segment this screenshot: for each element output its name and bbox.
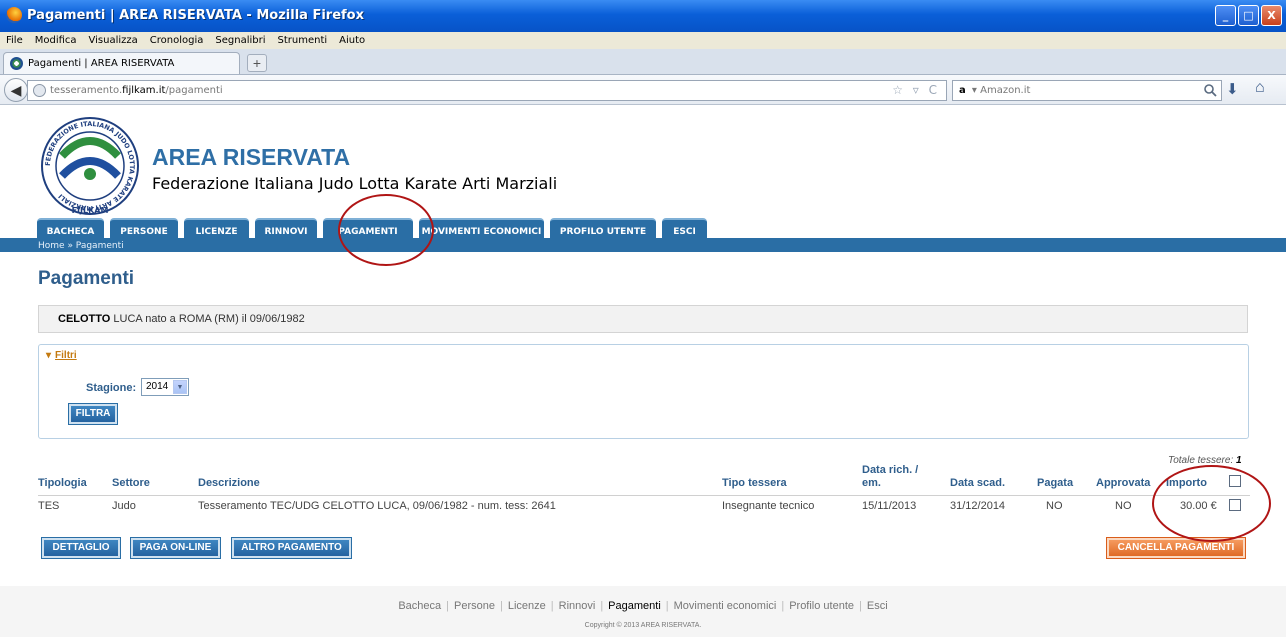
amazon-icon: a [959,85,966,96]
tab-profilo-utente[interactable]: PROFILO UTENTE [550,218,656,242]
header-approvata: Approvata [1096,477,1151,489]
athlete-surname: CELOTTO [58,313,111,325]
header-settore: Settore [112,477,150,489]
menu-cronologia[interactable]: Cronologia [150,35,204,46]
url-tools-icons[interactable]: ☆ ▿ C [892,83,940,97]
menu-file[interactable]: File [6,35,23,46]
firefox-icon [6,7,22,23]
annotation-ellipse-pagamenti [338,194,434,266]
menu-strumenti[interactable]: Strumenti [278,35,328,46]
url-prefix: tesseramento. [50,85,123,96]
new-tab-button[interactable]: + [247,54,267,72]
annotation-ellipse-importo [1152,465,1271,542]
footer-link-licenze[interactable]: Licenze [508,600,546,612]
site-subtitle: Federazione Italiana Judo Lotta Karate A… [152,174,558,193]
header-descrizione: Descrizione [198,477,260,489]
copyright: Copyright © 2013 AREA RISERVATA. [584,622,702,629]
footer-link-movimenti[interactable]: Movimenti economici [674,600,777,612]
footer-link-bacheca[interactable]: Bacheca [398,600,441,612]
footer-link-pagamenti[interactable]: Pagamenti [608,600,661,612]
back-button[interactable]: ◀ [4,78,28,102]
url-path: /pagamenti [165,85,223,96]
tab-rinnovi[interactable]: RINNOVI [255,218,317,242]
breadcrumb[interactable]: Home » Pagamenti [38,241,124,251]
filter-toggle[interactable]: ▾ Filtri [46,350,77,361]
athlete-details: LUCA nato a ROMA (RM) il 09/06/1982 [110,313,305,325]
header-data-rich: Data rich. / em. [862,464,918,490]
filtra-button[interactable]: FILTRA [68,403,118,425]
footer-link-persone[interactable]: Persone [454,600,495,612]
tab-movimenti-economici[interactable]: MOVIMENTI ECONOMICI [419,218,544,242]
paga-online-button[interactable]: PAGA ON-LINE [130,537,221,559]
favicon-icon [10,57,23,70]
page-content: FEDERAZIONE ITALIANA JUDO LOTTA KARATE A… [0,106,1286,637]
totale-value: 1 [1236,455,1242,466]
footer-link-rinnovi[interactable]: Rinnovi [559,600,596,612]
url-bar[interactable]: tesseramento.fijlkam.it/pagamenti ☆ ▿ C [27,80,947,101]
cell-settore: Judo [112,500,136,512]
menu-aiuto[interactable]: Aiuto [339,35,365,46]
menu-visualizza[interactable]: Visualizza [89,35,138,46]
header-tipo-tessera: Tipo tessera [722,477,787,489]
totale-label: Totale tessere: [1168,455,1237,466]
navigation-toolbar: ◀ tesseramento.fijlkam.it/pagamenti ☆ ▿ … [0,75,1286,105]
search-icon[interactable] [1203,83,1217,97]
cell-descrizione: Tesseramento TEC/UDG CELOTTO LUCA, 09/06… [198,500,556,512]
globe-icon [33,84,46,97]
header-data-rich-line2: em. [862,477,881,489]
browser-tab[interactable]: Pagamenti | AREA RISERVATA [3,52,240,74]
window-titlebar: Pagamenti | AREA RISERVATA - Mozilla Fir… [0,0,1286,32]
tab-licenze[interactable]: LICENZE [184,218,249,242]
footer-link-esci[interactable]: Esci [867,600,888,612]
tab-bacheca[interactable]: BACHECA [37,218,104,242]
athlete-info: CELOTTO LUCA nato a ROMA (RM) il 09/06/1… [38,305,1248,333]
header-tipologia: Tipologia [38,477,87,489]
fijlkam-logo: FEDERAZIONE ITALIANA JUDO LOTTA KARATE A… [41,117,139,215]
close-button[interactable]: X [1261,5,1282,26]
minimize-button[interactable]: _ [1215,5,1236,26]
home-icon[interactable]: ⌂ [1255,79,1265,97]
logo-wordmark: FIJLKAM [72,206,109,215]
cell-data-scad: 31/12/2014 [950,500,1006,512]
filter-panel: ▾ Filtri Stagione: 2014 ▼ FILTRA [38,344,1249,439]
tab-bar: Pagamenti | AREA RISERVATA + [0,49,1286,75]
header-pagata: Pagata [1037,477,1074,489]
dettaglio-button[interactable]: DETTAGLIO [41,537,121,559]
back-arrow-icon: ◀ [10,82,22,98]
search-placeholder: ▾ Amazon.it [968,85,1031,96]
expand-arrow-icon: ▾ [46,350,52,361]
site-title: AREA RISERVATA [152,144,351,170]
stagione-label: Stagione: [86,382,137,394]
menubar: File Modifica Visualizza Cronologia Segn… [0,32,1286,49]
cell-tipo-tessera: Insegnante tecnico [722,500,815,512]
cell-pagata: NO [1046,500,1063,512]
footer-links: Bacheca | Persone | Licenze | Rinnovi | Pagament… [398,600,888,612]
maximize-button[interactable]: □ [1238,5,1259,26]
header-data-rich-line1: Data rich. / [862,464,919,476]
download-icon[interactable]: ⬇ [1226,80,1239,98]
menu-segnalibri[interactable]: Segnalibri [215,35,265,46]
cell-data-rich: 15/11/2013 [862,500,917,512]
filter-title-label: Filtri [55,350,77,361]
menu-modifica[interactable]: Modifica [35,35,77,46]
tab-esci[interactable]: ESCI [662,218,707,242]
tab-label: Pagamenti | AREA RISERVATA [28,58,175,69]
stagione-value: 2014 [146,381,169,392]
altro-pagamento-button[interactable]: ALTRO PAGAMENTO [231,537,352,559]
url-domain: fijlkam.it [122,85,166,96]
page-title: Pagamenti [38,268,135,289]
tab-persone[interactable]: PERSONE [110,218,178,242]
footer-link-profilo[interactable]: Profilo utente [789,600,854,612]
header-data-scad: Data scad. [950,477,1006,489]
cell-approvata: NO [1115,500,1132,512]
header-divider [38,495,1250,496]
chevron-down-icon[interactable]: ▼ [173,380,187,394]
stagione-select[interactable]: 2014 ▼ [141,378,189,396]
cell-tipologia: TES [38,500,60,512]
window-title: Pagamenti | AREA RISERVATA - Mozilla Fir… [27,8,364,23]
search-bar[interactable]: a ▾ Amazon.it [952,80,1222,101]
